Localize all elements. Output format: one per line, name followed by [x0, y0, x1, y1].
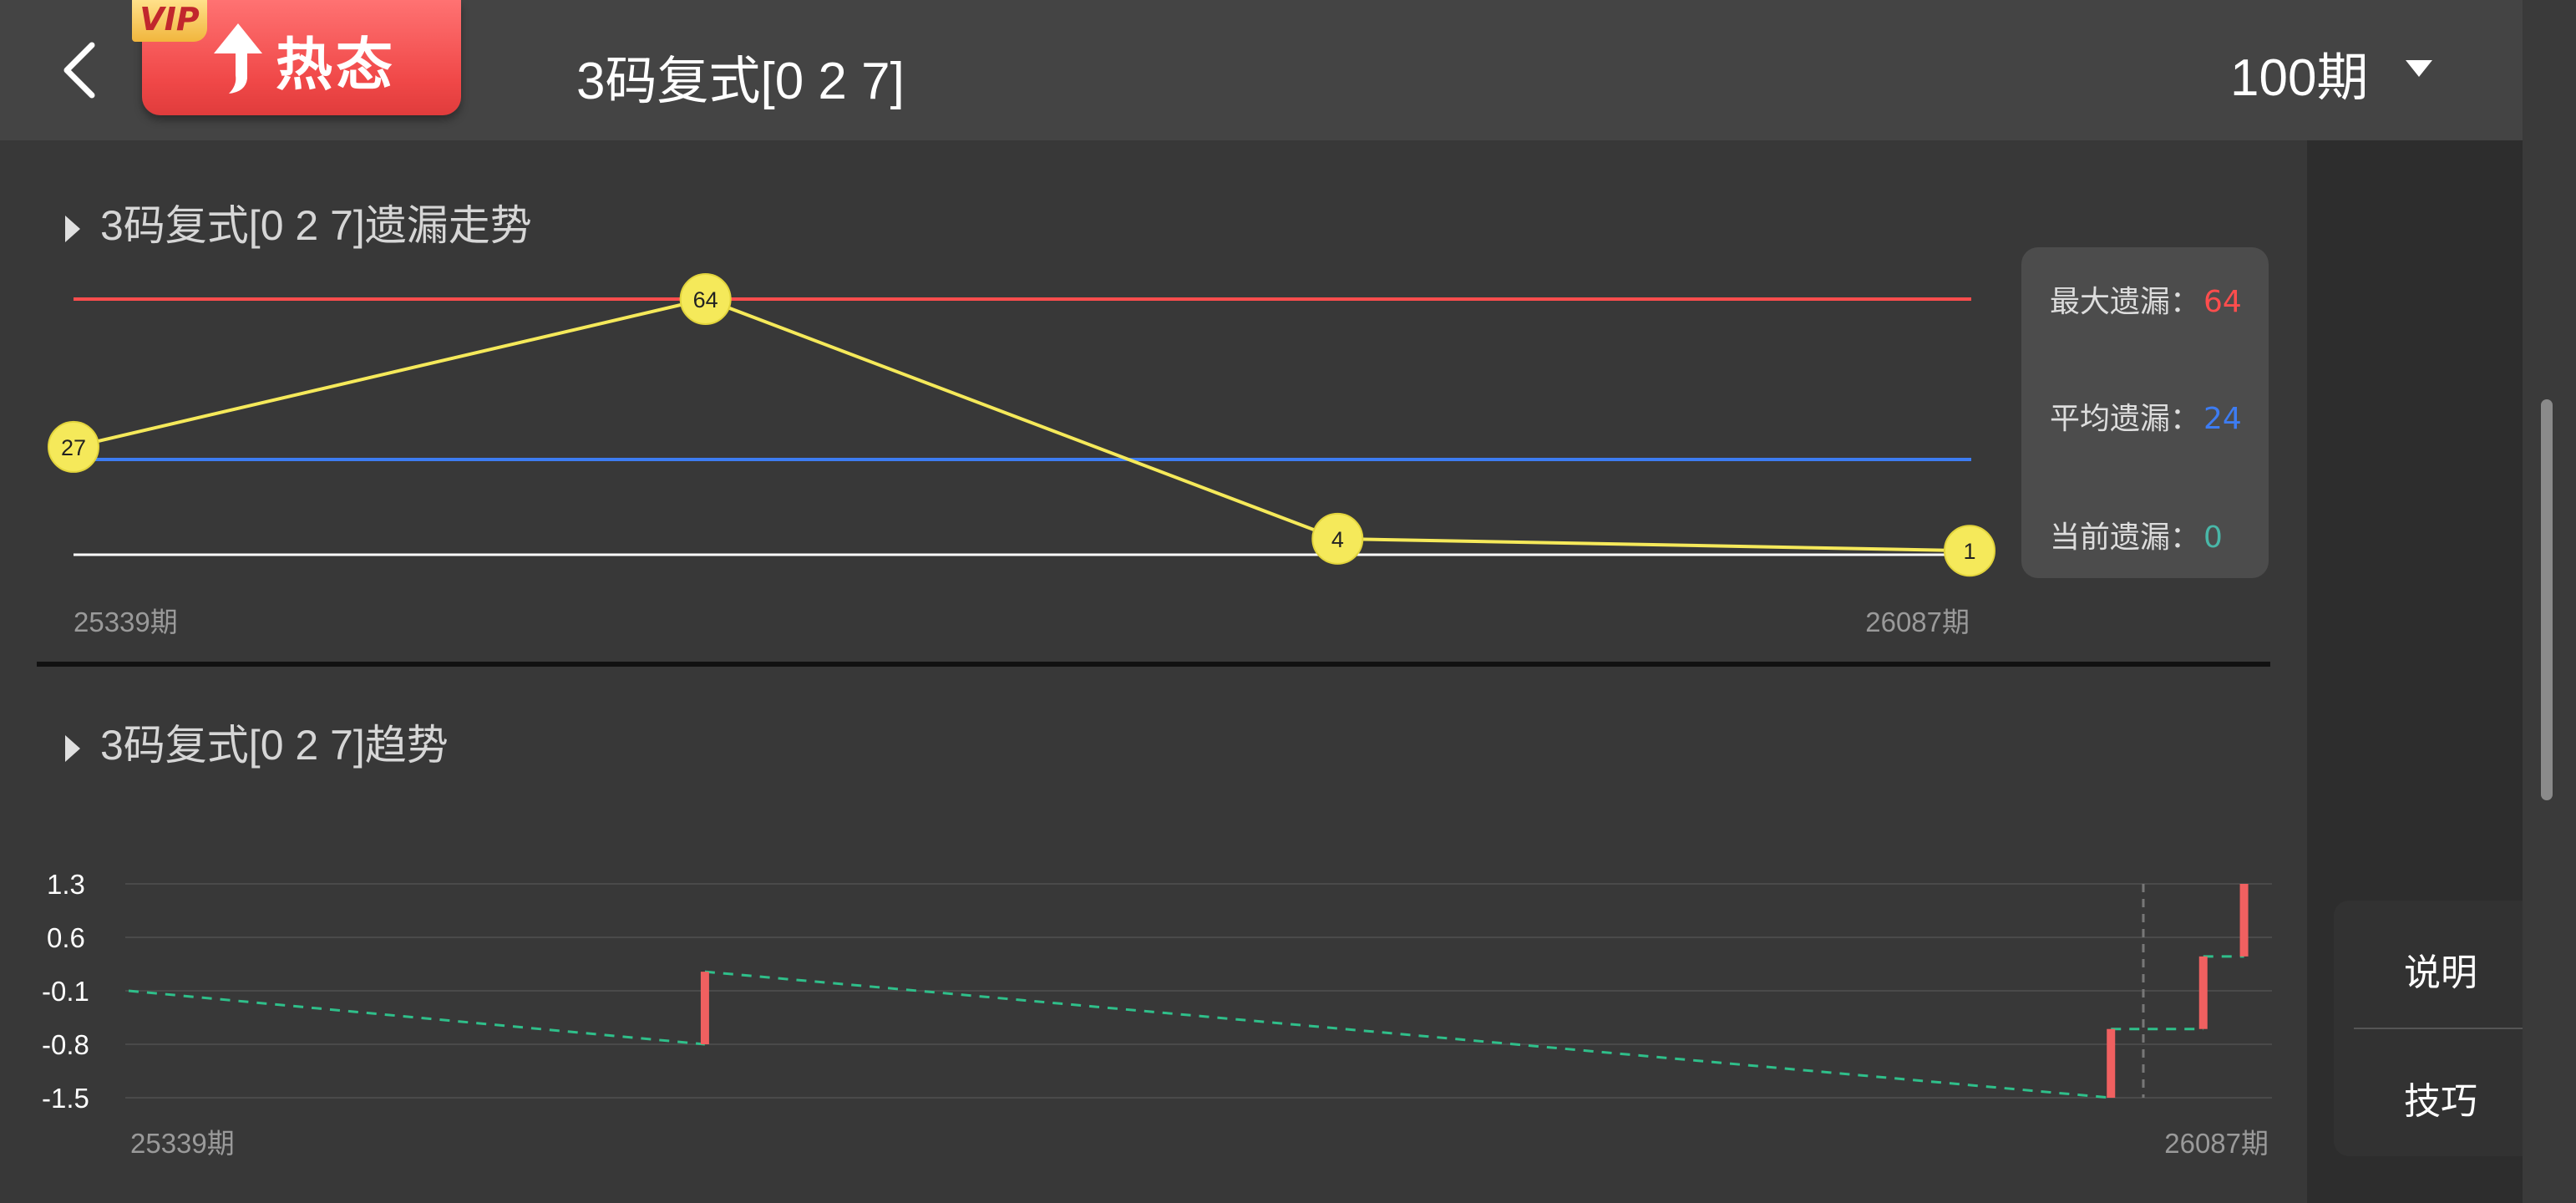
y-tick-label: 0.6 — [47, 922, 85, 953]
omission-section-title-text: 3码复式[0 2 7]遗漏走势 — [100, 202, 532, 249]
omission-point-label: 1 — [1963, 539, 1975, 564]
omission-stats-box: 最大遗漏： 64 平均遗漏： 24 当前遗漏： 0 — [2021, 247, 2269, 578]
triangle-right-icon — [65, 734, 80, 762]
avg-omission-stat: 平均遗漏： 24 — [2050, 394, 2242, 438]
avg-omission-value: 24 — [2203, 402, 2242, 436]
trend-section-title: 3码复式[0 2 7]趋势 — [65, 712, 449, 772]
period-value: 100期 — [2230, 49, 2369, 107]
current-omission-value: 0 — [2203, 520, 2223, 555]
trend-bar — [700, 972, 709, 1044]
top-bar: 热态 VIP 3码复式[0 2 7] 100期 — [0, 0, 2523, 140]
trend-grid — [125, 883, 2272, 1099]
omission-point-label: 64 — [693, 287, 718, 312]
omission-series-line — [73, 297, 1970, 553]
max-omission-label: 最大遗漏： — [2050, 285, 2201, 319]
explain-button[interactable]: 说明 — [2334, 942, 2548, 996]
period-dropdown[interactable]: 100期 — [2230, 35, 2432, 107]
trend-section-title-text: 3码复式[0 2 7]趋势 — [100, 722, 449, 769]
back-button[interactable] — [55, 37, 105, 104]
up-arrow-icon — [214, 23, 262, 94]
hot-state-label: 热态 — [276, 33, 397, 99]
omission-section-title: 3码复式[0 2 7]遗漏走势 — [65, 192, 532, 252]
section-divider — [37, 662, 2270, 667]
trend-bar — [2107, 1028, 2116, 1098]
y-tick-label: -0.8 — [42, 1029, 89, 1060]
trend-bar — [2239, 884, 2249, 957]
x-axis-end-label: 26087期 — [2164, 1128, 2269, 1159]
x-axis-end-label: 26087期 — [1865, 607, 1970, 637]
trend-y-ticks: 1.3 0.6 -0.1 -0.8 -1.5 — [42, 869, 89, 1114]
current-omission-label: 当前遗漏： — [2050, 520, 2201, 555]
x-axis-start-label: 25339期 — [74, 607, 178, 637]
back-chevron-icon — [63, 42, 95, 99]
x-axis-start-label: 25339期 — [130, 1128, 235, 1159]
y-tick-label: -1.5 — [42, 1083, 89, 1114]
side-menu: 说明 技巧 — [2334, 901, 2548, 1156]
trend-bar-chart: 1.3 0.6 -0.1 -0.8 -1.5 25339期 26087期 — [42, 869, 2272, 1159]
omission-series: 27 64 4 1 — [48, 273, 1995, 577]
omission-point-label: 27 — [61, 435, 86, 460]
y-tick-label: 1.3 — [47, 869, 85, 900]
max-omission-stat: 最大遗漏： 64 — [2050, 277, 2242, 321]
trend-bar — [2198, 956, 2208, 1029]
tips-button[interactable]: 技巧 — [2334, 1071, 2548, 1124]
side-menu-separator — [2354, 1028, 2528, 1029]
y-tick-label: -0.1 — [42, 976, 89, 1007]
max-omission-value: 64 — [2203, 285, 2242, 319]
triangle-right-icon — [65, 215, 80, 242]
omission-point-label: 4 — [1331, 527, 1344, 552]
scrollbar-thumb[interactable] — [2541, 399, 2553, 800]
avg-omission-label: 平均遗漏： — [2050, 402, 2201, 436]
caret-down-icon — [2406, 60, 2432, 77]
vip-tag: VIP — [132, 0, 207, 42]
page-title: 3码复式[0 2 7] — [576, 53, 905, 110]
trend-connector — [128, 989, 706, 1046]
omission-line-chart: 27 64 4 1 25339期 26087期 — [48, 273, 1995, 637]
current-omission-stat: 当前遗漏： 0 — [2050, 513, 2223, 556]
